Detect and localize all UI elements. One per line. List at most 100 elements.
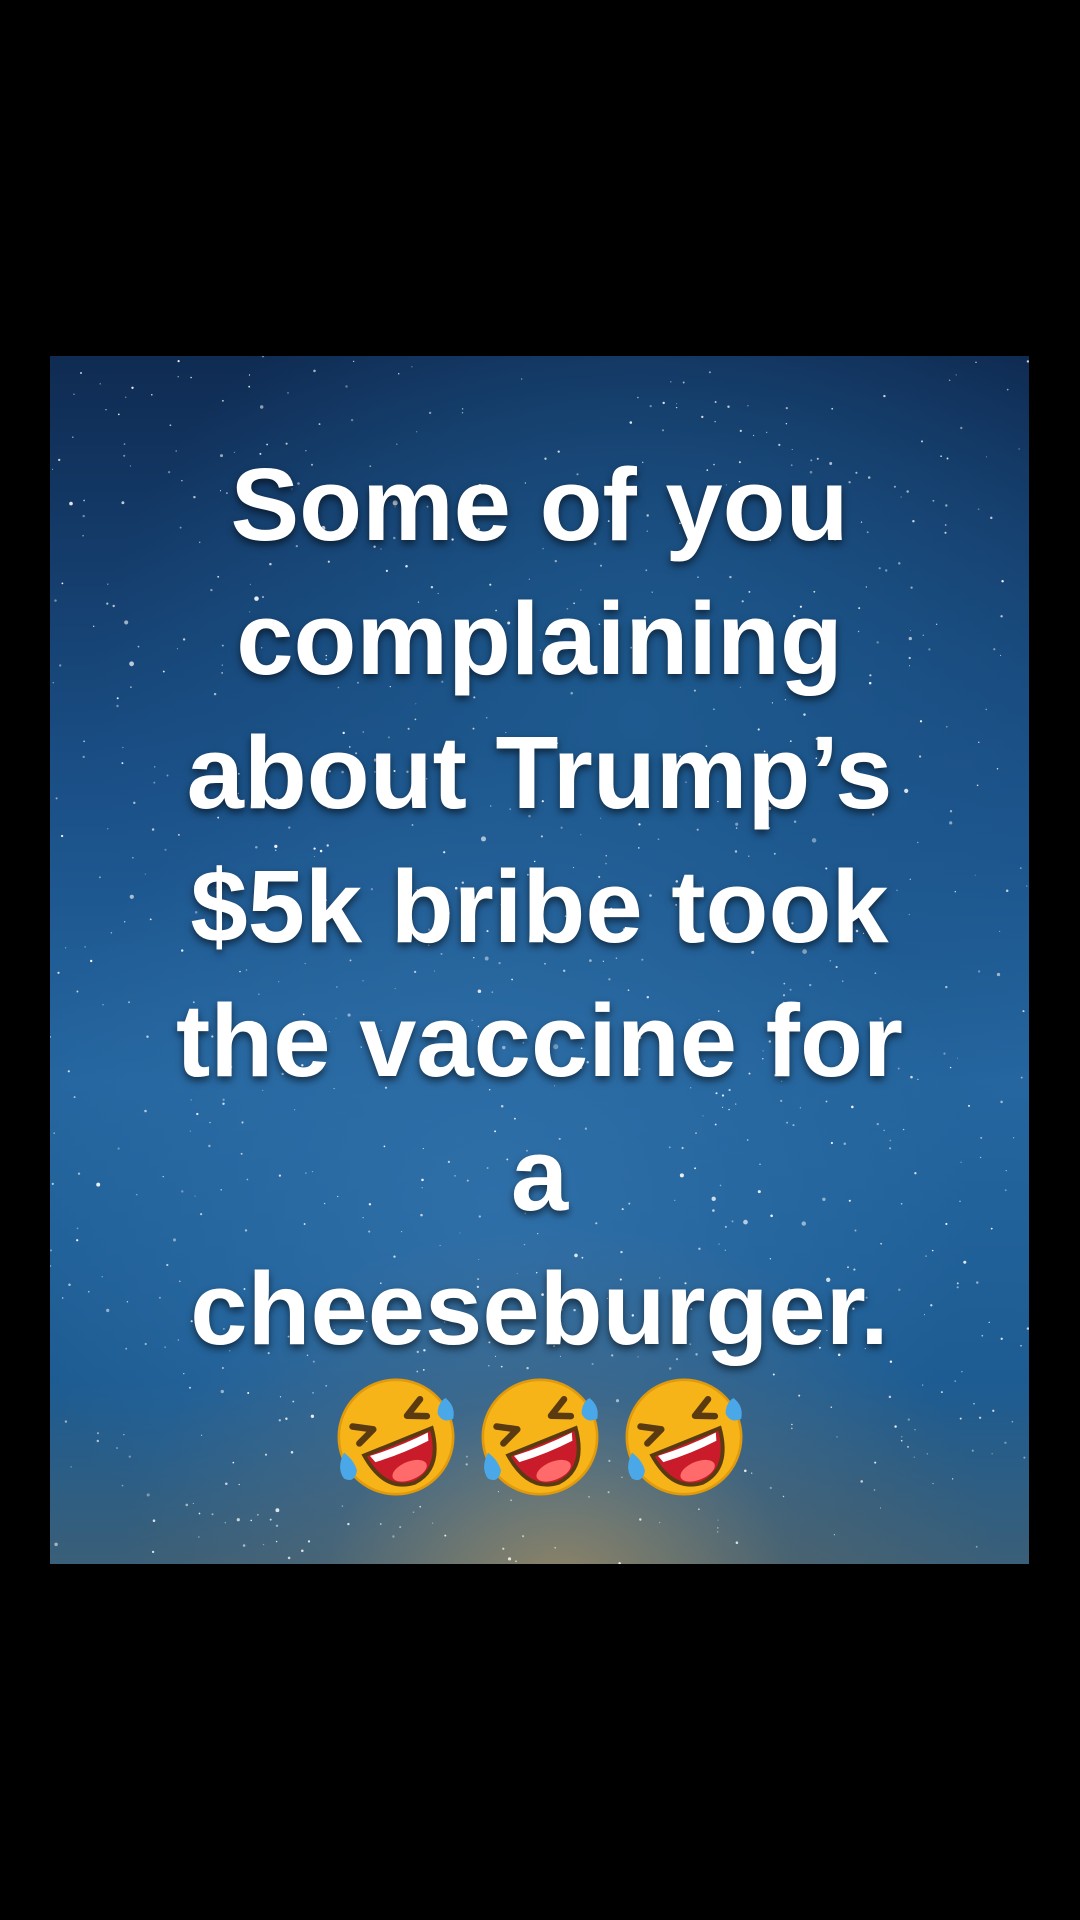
star xyxy=(661,429,665,432)
star xyxy=(287,1556,291,1560)
star xyxy=(275,1508,280,1513)
star xyxy=(313,369,316,373)
star xyxy=(739,429,742,433)
star xyxy=(554,1546,557,1549)
star xyxy=(831,407,834,410)
star xyxy=(658,1521,661,1524)
star xyxy=(682,381,685,384)
star xyxy=(261,356,265,358)
rolling-on-floor-laughing-icon xyxy=(625,1378,742,1496)
star xyxy=(698,1508,700,1511)
rolling-on-floor-laughing-icon xyxy=(337,1378,454,1496)
star xyxy=(221,399,224,402)
star xyxy=(190,376,192,379)
star xyxy=(392,1535,395,1538)
star xyxy=(629,421,633,424)
meme-caption: Some of you complaining about Trump’s $5… xyxy=(50,438,1029,1376)
star xyxy=(73,393,75,395)
star xyxy=(670,381,672,383)
star xyxy=(152,1519,156,1522)
star xyxy=(883,394,886,398)
star xyxy=(955,374,957,376)
star xyxy=(1006,388,1009,391)
star xyxy=(411,366,413,368)
star xyxy=(250,1519,252,1522)
star xyxy=(766,431,768,434)
star xyxy=(753,434,755,437)
star xyxy=(318,423,321,426)
star xyxy=(236,1518,240,1522)
star xyxy=(345,385,348,388)
star xyxy=(198,1536,200,1538)
star xyxy=(192,1502,194,1504)
star xyxy=(341,1505,344,1507)
star xyxy=(177,376,179,378)
star xyxy=(105,409,107,411)
star xyxy=(131,386,134,389)
caption-line: Some of you xyxy=(230,447,849,562)
star xyxy=(211,1513,214,1516)
star xyxy=(169,424,172,427)
star xyxy=(198,1512,201,1515)
star xyxy=(522,1535,525,1538)
star xyxy=(639,1518,642,1521)
star xyxy=(880,1507,881,1509)
star xyxy=(701,415,704,419)
star xyxy=(461,408,464,410)
star xyxy=(502,1547,505,1550)
star xyxy=(960,426,963,430)
star xyxy=(975,361,977,363)
star xyxy=(412,1511,415,1514)
star xyxy=(675,406,678,409)
star xyxy=(714,401,717,403)
star xyxy=(347,1522,350,1526)
star xyxy=(714,420,716,423)
star xyxy=(259,405,264,409)
star xyxy=(301,1549,304,1553)
caption-line: the vaccine for xyxy=(176,983,903,1098)
star xyxy=(352,360,355,363)
star xyxy=(224,1522,226,1524)
star xyxy=(99,383,101,385)
star xyxy=(242,1544,246,1547)
caption-line: about Trump’s xyxy=(186,715,893,830)
star xyxy=(275,1524,279,1528)
star xyxy=(444,1534,447,1537)
caption-line: a xyxy=(510,1117,569,1232)
star xyxy=(151,1550,155,1554)
star xyxy=(637,396,639,399)
emoji-row xyxy=(50,1372,1029,1502)
star xyxy=(54,1542,58,1547)
star xyxy=(735,1541,739,1544)
star xyxy=(419,1505,422,1508)
star xyxy=(649,404,652,408)
meme-image: Some of you complaining about Trump’s $5… xyxy=(50,356,1029,1564)
star xyxy=(248,374,251,376)
star xyxy=(432,1522,434,1524)
star xyxy=(507,1557,512,1561)
star xyxy=(287,392,289,394)
star xyxy=(716,1531,719,1533)
star xyxy=(975,1545,978,1548)
star xyxy=(275,1540,278,1543)
star xyxy=(125,396,127,398)
star xyxy=(380,1523,382,1525)
star xyxy=(415,431,418,433)
star xyxy=(676,403,678,405)
star xyxy=(521,378,523,380)
star xyxy=(269,1518,272,1521)
star xyxy=(747,405,749,407)
star xyxy=(1026,360,1029,363)
star xyxy=(785,423,788,425)
star xyxy=(785,406,788,410)
star xyxy=(662,401,665,405)
caption-line: complaining xyxy=(236,581,843,696)
star xyxy=(948,379,951,382)
star xyxy=(399,1526,402,1529)
star xyxy=(307,1540,311,1543)
caption-line: $5k bribe took xyxy=(190,849,889,964)
star xyxy=(461,412,464,414)
star xyxy=(398,373,400,375)
star xyxy=(79,371,83,375)
star xyxy=(708,371,711,374)
